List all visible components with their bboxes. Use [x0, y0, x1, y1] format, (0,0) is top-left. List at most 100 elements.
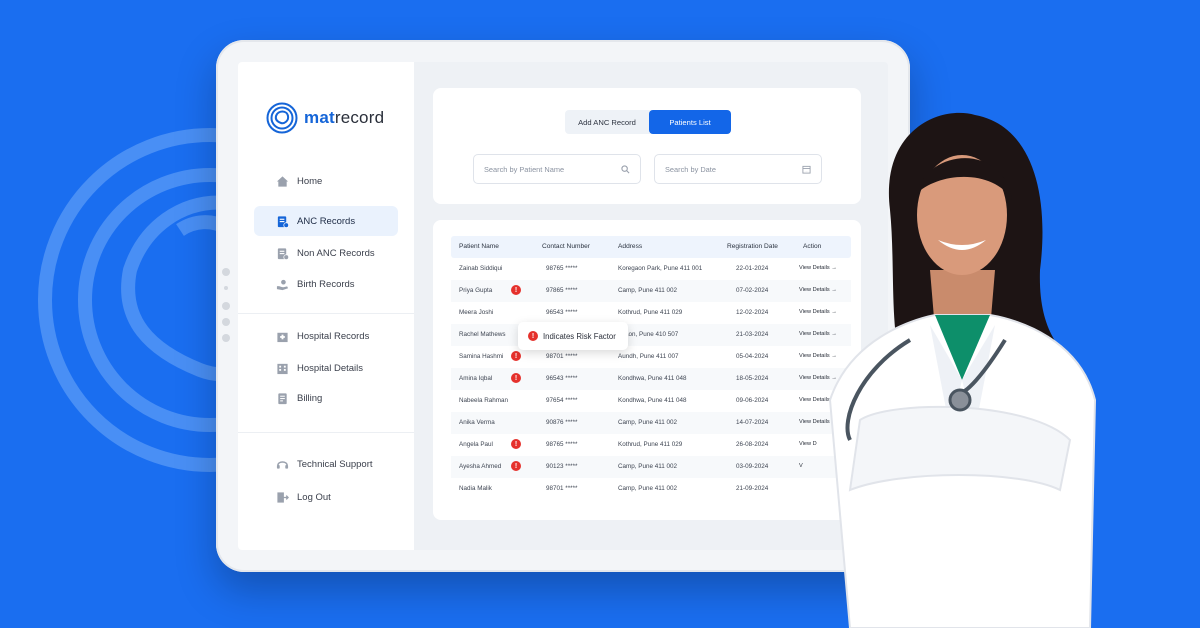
sidebar-divider: [238, 313, 414, 314]
patient-name-cell: Samina Hashmi: [459, 353, 504, 360]
sidebar-divider: [238, 432, 414, 433]
brand-name: matrecord: [304, 108, 385, 127]
search-date-placeholder: Search by Date: [665, 164, 716, 174]
view-tabs: Add ANC Record Patients List: [565, 110, 731, 134]
risk-alert-icon: !: [528, 331, 538, 341]
contact-number-cell: 98765 *****: [546, 441, 578, 448]
sidebar-item-label: Birth Records: [297, 278, 355, 290]
tablet-camera-dot: [222, 268, 230, 276]
sidebar-item-home[interactable]: Home: [254, 166, 398, 196]
risk-alert-icon: !: [511, 285, 521, 295]
sidebar-item-log-out[interactable]: Log Out: [254, 482, 398, 512]
tooltip-text: Indicates Risk Factor: [543, 331, 616, 341]
address-cell: Camp, Pune 411 002: [618, 485, 678, 492]
registration-date-cell: 09-06-2024: [736, 397, 769, 404]
tablet-sensor-dot: [224, 286, 228, 290]
search-icon: [621, 164, 630, 173]
sidebar-item-billing[interactable]: Billing: [254, 383, 398, 413]
sidebar-item-hospital-records[interactable]: Hospital Records: [254, 321, 398, 351]
logout-icon: [277, 491, 289, 503]
contact-number-cell: 97865 *****: [546, 287, 578, 294]
risk-alert-icon: !: [511, 461, 521, 471]
address-cell: Camp, Pune 411 002: [618, 419, 678, 426]
column-header: Contact Number: [542, 243, 591, 250]
registration-date-cell: 12-02-2024: [736, 309, 769, 316]
registration-date-cell: 22-01-2024: [736, 265, 769, 272]
contact-number-cell: 98701 *****: [546, 353, 578, 360]
clipboard-icon: [277, 215, 289, 228]
risk-alert-icon: !: [511, 439, 521, 449]
hospital-icon: [277, 332, 288, 342]
patient-name-cell: Rachel Mathews: [459, 331, 506, 338]
sidebar-item-label: Non ANC Records: [297, 247, 375, 259]
sidebar-item-label: Hospital Records: [297, 330, 370, 342]
registration-date-cell: 14-07-2024: [736, 419, 769, 426]
sidebar-item-label: Hospital Details: [297, 362, 363, 374]
hands-baby-icon: [276, 279, 289, 290]
sidebar-item-label: Log Out: [297, 491, 331, 503]
contact-number-cell: 90123 *****: [546, 463, 578, 470]
risk-alert-icon: !: [511, 373, 521, 383]
patient-name-cell: Nabeela Rahman: [459, 397, 509, 404]
sidebar-item-technical-support[interactable]: Technical Support: [254, 449, 398, 479]
tab-add-anc-record[interactable]: Add ANC Record: [565, 110, 649, 134]
patient-name-cell: Angela Paul: [459, 441, 493, 448]
column-header: Patient Name: [459, 243, 499, 250]
doctor-photo: [828, 112, 1097, 628]
sidebar-item-label: ANC Records: [297, 215, 356, 227]
patient-name-cell: Anika Verma: [459, 419, 495, 426]
address-cell: Kondhwa, Pune 411 048: [618, 397, 687, 404]
contact-number-cell: 96543 *****: [546, 309, 578, 316]
address-cell: Kondhwa, Pune 411 048: [618, 375, 687, 382]
risk-alert-icon: !: [511, 351, 521, 361]
registration-date-cell: 18-05-2024: [736, 375, 769, 382]
tablet-sensor-dot: [222, 302, 230, 310]
registration-date-cell: 07-02-2024: [736, 287, 769, 294]
contact-number-cell: 97654 *****: [546, 397, 578, 404]
search-patient-name-input[interactable]: Search by Patient Name: [473, 154, 641, 184]
patient-name-cell: Ayesha Ahmed: [459, 463, 502, 470]
tab-patients-list[interactable]: Patients List: [649, 110, 731, 134]
document-icon: [277, 247, 289, 260]
sidebar: matrecord Home ANC Records Non ANC Recor…: [238, 62, 414, 550]
patient-name-cell: Meera Joshi: [459, 309, 494, 316]
address-cell: Camp, Pune 411 002: [618, 463, 678, 470]
column-header: Registration Date: [727, 243, 778, 250]
sidebar-item-hospital-details[interactable]: Hospital Details: [254, 353, 398, 383]
sidebar-item-label: Technical Support: [297, 458, 373, 470]
contact-number-cell: 90876 *****: [546, 419, 578, 426]
address-cell: Koregaon Park, Pune 411 001: [618, 265, 703, 272]
address-cell: Camp, Pune 411 002: [618, 287, 678, 294]
home-icon: [276, 175, 289, 187]
sidebar-item-anc-records[interactable]: ANC Records: [254, 206, 398, 236]
sidebar-item-non-anc-records[interactable]: Non ANC Records: [254, 238, 398, 268]
support-icon: [276, 460, 289, 469]
address-cell: Kothrud, Pune 411 029: [618, 441, 683, 448]
registration-date-cell: 03-09-2024: [736, 463, 769, 470]
registration-date-cell: 05-04-2024: [736, 353, 769, 360]
brand-logo[interactable]: matrecord: [266, 102, 384, 134]
address-cell: Kothrud, Pune 411 029: [618, 309, 683, 316]
contact-number-cell: 98701 *****: [546, 485, 578, 492]
registration-date-cell: 26-08-2024: [736, 441, 769, 448]
bill-icon: [278, 392, 287, 404]
sidebar-item-birth-records[interactable]: Birth Records: [254, 269, 398, 299]
risk-factor-tooltip: ! Indicates Risk Factor: [518, 322, 628, 350]
tablet-sensor-dot: [222, 318, 230, 326]
patient-name-cell: Priya Gupta: [459, 287, 493, 294]
patient-name-cell: Zainab Siddiqui: [459, 265, 503, 272]
address-cell: Aundh, Pune 411 007: [618, 353, 679, 360]
patient-name-cell: Amina Iqbal: [459, 375, 493, 382]
search-patient-name-placeholder: Search by Patient Name: [484, 164, 565, 174]
registration-date-cell: 21-09-2024: [736, 485, 769, 492]
sidebar-item-label: Billing: [297, 392, 323, 404]
sidebar-item-label: Home: [297, 175, 323, 187]
building-icon: [277, 363, 288, 374]
registration-date-cell: 21-03-2024: [736, 331, 769, 338]
contact-number-cell: 98765 *****: [546, 265, 578, 272]
matrecord-logo-icon: [266, 102, 298, 134]
patient-name-cell: Nadia Malik: [459, 485, 492, 492]
column-header: Address: [618, 243, 643, 250]
tablet-sensor-dot: [222, 334, 230, 342]
contact-number-cell: 96543 *****: [546, 375, 578, 382]
